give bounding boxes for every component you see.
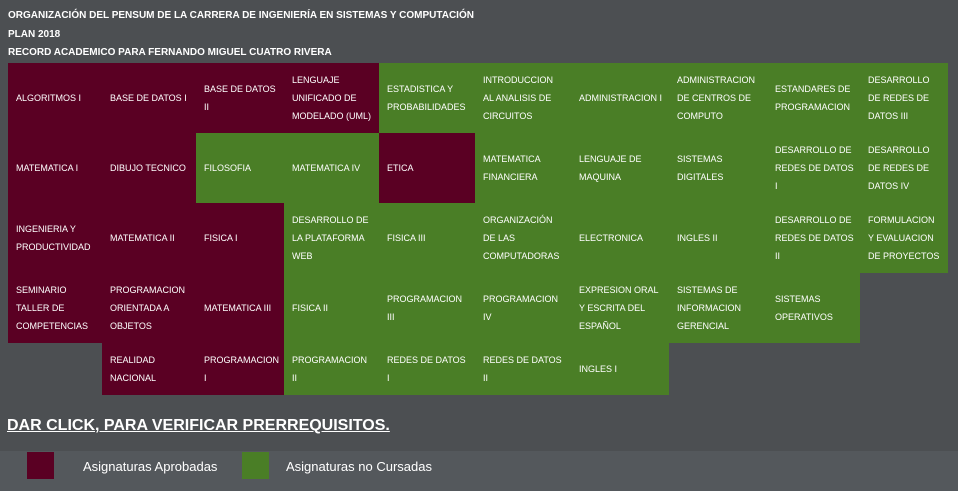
- course-name: INGLES II: [677, 233, 718, 243]
- course-name: DESARROLLO DE REDES DE DATOS II: [775, 215, 854, 261]
- course-cell[interactable]: REDES DE DATOS II: [475, 343, 571, 395]
- course-name: PROGRAMACION II: [292, 355, 368, 383]
- course-cell[interactable]: ORGANIZACIÓN DE LAS COMPUTADORAS: [475, 203, 571, 273]
- course-cell[interactable]: REALIDAD NACIONAL: [102, 343, 196, 395]
- course-name: DESARROLLO DE LA PLATAFORMA WEB: [292, 215, 369, 261]
- course-name: ELECTRONICA: [579, 233, 644, 243]
- course-cell[interactable]: LENGUAJE DE MAQUINA: [571, 133, 669, 203]
- course-name: REDES DE DATOS II: [483, 355, 562, 383]
- verify-prerequisites-link[interactable]: DAR CLICK, PARA VERIFICAR PRERREQUISITOS…: [7, 417, 390, 435]
- course-cell[interactable]: SISTEMAS OPERATIVOS: [767, 273, 860, 343]
- course-name: EXPRESION ORAL Y ESCRITA DEL ESPAÑOL: [579, 285, 659, 331]
- course-cell[interactable]: DESARROLLO DE REDES DE DATOS III: [860, 63, 948, 133]
- course-name: ORGANIZACIÓN DE LAS COMPUTADORAS: [483, 215, 560, 261]
- course-cell[interactable]: ETICA: [379, 133, 475, 203]
- course-name: MATEMATICA II: [110, 233, 175, 243]
- course-name: DESARROLLO DE REDES DE DATOS IV: [868, 145, 930, 191]
- course-cell[interactable]: INTRODUCCION AL ANALISIS DE CIRCUITOS: [475, 63, 571, 133]
- course-name: FISICA III: [387, 233, 426, 243]
- course-name: LENGUAJE DE MAQUINA: [579, 154, 642, 182]
- course-cell[interactable]: MATEMATICA I: [8, 133, 102, 203]
- course-name: BASE DE DATOS II: [204, 84, 276, 112]
- course-cell[interactable]: DESARROLLO DE REDES DE DATOS I: [767, 133, 860, 203]
- course-name: MATEMATICA I: [16, 163, 79, 173]
- course-cell[interactable]: EXPRESION ORAL Y ESCRITA DEL ESPAÑOL: [571, 273, 669, 343]
- course-cell[interactable]: REDES DE DATOS I: [379, 343, 475, 395]
- course-cell[interactable]: BASE DE DATOS II: [196, 63, 284, 133]
- course-cell[interactable]: PROGRAMACION ORIENTADA A OBJETOS: [102, 273, 196, 343]
- course-name: DIBUJO TECNICO: [110, 163, 186, 173]
- course-name: ESTANDARES DE PROGRAMACION: [775, 84, 851, 112]
- course-cell[interactable]: SISTEMAS DIGITALES: [669, 133, 767, 203]
- course-cell[interactable]: DESARROLLO DE REDES DE DATOS II: [767, 203, 860, 273]
- course-cell[interactable]: PROGRAMACION I: [196, 343, 284, 395]
- course-name: FISICA I: [204, 233, 238, 243]
- approved-swatch: [27, 452, 54, 479]
- course-name: SEMINARIO TALLER DE COMPETENCIAS: [16, 285, 89, 331]
- course-cell[interactable]: SISTEMAS DE INFORMACION GERENCIAL: [669, 273, 767, 343]
- record-label: RECORD ACADEMICO PARA FERNANDO MIGUEL CU…: [8, 47, 332, 58]
- course-name: ESTADISTICA Y PROBABILIDADES: [387, 84, 466, 112]
- not-taken-swatch: [242, 452, 269, 479]
- course-cell[interactable]: PROGRAMACION II: [284, 343, 379, 395]
- course-name: FORMULACION Y EVALUACION DE PROYECTOS: [868, 215, 940, 261]
- course-cell[interactable]: ADMINISTRACION I: [571, 63, 669, 133]
- course-name: LENGUAJE UNIFICADO DE MODELADO (UML): [292, 75, 372, 121]
- course-name: MATEMATICA IV: [292, 163, 361, 173]
- course-name: MATEMATICA III: [204, 303, 272, 313]
- course-cell[interactable]: PROGRAMACION III: [379, 273, 475, 343]
- not-taken-legend-label: Asignaturas no Cursadas: [286, 459, 432, 474]
- page-title: ORGANIZACIÓN DEL PENSUM DE LA CARRERA DE…: [8, 10, 474, 21]
- course-name: INGLES I: [579, 364, 618, 374]
- course-cell[interactable]: INGENIERIA Y PRODUCTIVIDAD: [8, 203, 102, 273]
- course-cell[interactable]: ALGORITMOS I: [8, 63, 102, 133]
- course-name: MATEMATICA FINANCIERA: [483, 154, 541, 182]
- course-cell[interactable]: INGLES II: [669, 203, 767, 273]
- course-name: INTRODUCCION AL ANALISIS DE CIRCUITOS: [483, 75, 553, 121]
- course-name: SISTEMAS OPERATIVOS: [775, 294, 833, 322]
- course-name: ADMINISTRACION DE CENTROS DE COMPUTO: [677, 75, 756, 121]
- course-cell[interactable]: MATEMATICA IV: [284, 133, 379, 203]
- course-cell[interactable]: ESTANDARES DE PROGRAMACION: [767, 63, 860, 133]
- course-name: SISTEMAS DE INFORMACION GERENCIAL: [677, 285, 741, 331]
- course-cell[interactable]: ADMINISTRACION DE CENTROS DE COMPUTO: [669, 63, 767, 133]
- course-cell[interactable]: DESARROLLO DE REDES DE DATOS IV: [860, 133, 948, 203]
- course-name: PROGRAMACION I: [204, 355, 280, 383]
- legend: Asignaturas Aprobadas Asignaturas no Cur…: [0, 451, 958, 491]
- course-cell[interactable]: PROGRAMACION IV: [475, 273, 571, 343]
- course-name: BASE DE DATOS I: [110, 93, 187, 103]
- course-cell[interactable]: INGLES I: [571, 343, 669, 395]
- course-name: FILOSOFIA: [204, 163, 252, 173]
- course-name: REDES DE DATOS I: [387, 355, 466, 383]
- course-cell[interactable]: LENGUAJE UNIFICADO DE MODELADO (UML): [284, 63, 379, 133]
- course-name: DESARROLLO DE REDES DE DATOS III: [868, 75, 930, 121]
- course-name: FISICA II: [292, 303, 329, 313]
- course-name: SISTEMAS DIGITALES: [677, 154, 724, 182]
- approved-legend-label: Asignaturas Aprobadas: [83, 459, 218, 474]
- course-cell[interactable]: MATEMATICA III: [196, 273, 284, 343]
- course-cell[interactable]: ESTADISTICA Y PROBABILIDADES: [379, 63, 475, 133]
- course-cell[interactable]: SEMINARIO TALLER DE COMPETENCIAS: [8, 273, 102, 343]
- course-name: INGENIERIA Y PRODUCTIVIDAD: [16, 224, 91, 252]
- course-name: ADMINISTRACION I: [579, 93, 663, 103]
- course-name: ALGORITMOS I: [16, 93, 82, 103]
- course-name: PROGRAMACION III: [387, 294, 463, 322]
- course-cell[interactable]: DIBUJO TECNICO: [102, 133, 196, 203]
- plan-label: PLAN 2018: [8, 29, 61, 40]
- course-name: ETICA: [387, 163, 414, 173]
- course-name: DESARROLLO DE REDES DE DATOS I: [775, 145, 854, 191]
- course-name: PROGRAMACION ORIENTADA A OBJETOS: [110, 285, 186, 331]
- course-cell[interactable]: DESARROLLO DE LA PLATAFORMA WEB: [284, 203, 379, 273]
- course-cell[interactable]: ELECTRONICA: [571, 203, 669, 273]
- course-cell[interactable]: MATEMATICA FINANCIERA: [475, 133, 571, 203]
- course-cell[interactable]: FISICA III: [379, 203, 475, 273]
- course-cell[interactable]: FORMULACION Y EVALUACION DE PROYECTOS: [860, 203, 948, 273]
- course-cell[interactable]: BASE DE DATOS I: [102, 63, 196, 133]
- course-cell[interactable]: FISICA I: [196, 203, 284, 273]
- course-name: REALIDAD NACIONAL: [110, 355, 157, 383]
- course-name: PROGRAMACION IV: [483, 294, 559, 322]
- course-cell[interactable]: FISICA II: [284, 273, 379, 343]
- course-cell[interactable]: FILOSOFIA: [196, 133, 284, 203]
- course-cell[interactable]: MATEMATICA II: [102, 203, 196, 273]
